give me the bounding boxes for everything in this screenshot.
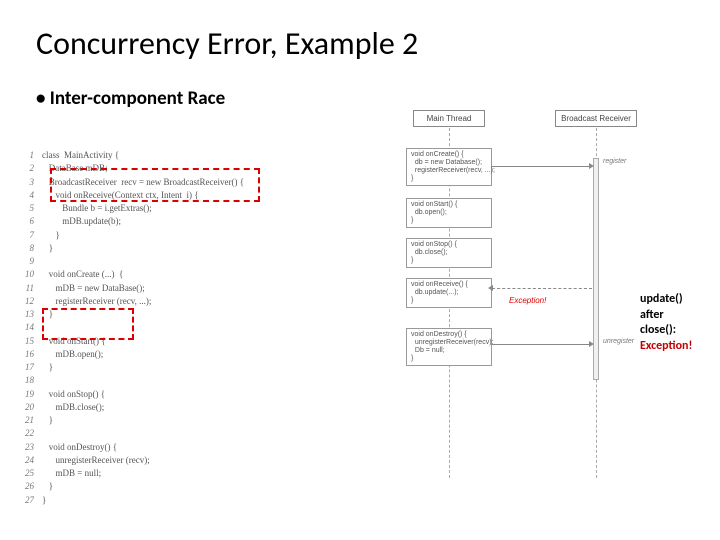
code-line: void onDestroy() { [42,442,244,453]
highlight-box-onreceive [50,168,260,202]
bullet-text: Inter-component Race [0,63,720,110]
arrow-register [492,166,592,167]
arrow-head-icon [589,341,594,347]
seq-header-broadcast-receiver: Broadcast Receiver [555,110,637,127]
code-line: } [42,481,244,492]
sequence-diagram: Main Thread Broadcast Receiver void onCr… [375,110,640,490]
seq-box-ondestroy: void onDestroy() { unregisterReceiver(re… [406,328,492,366]
seq-box-oncreate: void onCreate() { db = new Database(); r… [406,148,492,186]
code-line: } [42,495,244,506]
note-line: close(): [640,323,692,339]
code-line: mDB.open(); [42,349,244,360]
code-line: } [42,415,244,426]
code-line: } [42,230,244,241]
arrow-onreceive [492,288,592,289]
code-line: } [42,243,244,254]
note-line: after [640,308,692,324]
label-exception: Exception! [509,296,546,305]
code-line [42,375,244,386]
code-line: unregisterReceiver (recv); [42,455,244,466]
arrow-head-icon [488,285,493,291]
code-line: void onCreate (...) { [42,269,244,280]
code-line: void onStop() { [42,389,244,400]
code-line: class MainActivity { [42,150,244,161]
code-line: mDB = new DataBase(); [42,283,244,294]
side-note: update() after close(): Exception! [640,292,692,354]
seq-box-onreceive: void onReceive() { db.update(...); } [406,278,492,308]
code-line: registerReceiver (recv, ...); [42,296,244,307]
code-line [42,256,244,267]
label-unregister: unregister [603,338,634,345]
arrow-unregister [492,344,592,345]
label-register: register [603,158,626,165]
slide-title: Concurrency Error, Example 2 [0,0,720,63]
code-line: mDB = null; [42,468,244,479]
code-line: Bundle b = i.getExtras(); [42,203,244,214]
seq-header-main-thread: Main Thread [413,110,485,127]
code-line: mDB.close(); [42,402,244,413]
code-line [42,428,244,439]
arrow-head-icon [589,163,594,169]
note-exception: Exception! [640,339,692,355]
seq-box-onstart: void onStart() { db.open(); } [406,198,492,228]
note-line: update() [640,292,692,308]
code-line: mDB.update(b); [42,216,244,227]
code-line: } [42,362,244,373]
seq-box-onstop: void onStop() { db.close(); } [406,238,492,268]
highlight-box-onstop [42,308,134,340]
